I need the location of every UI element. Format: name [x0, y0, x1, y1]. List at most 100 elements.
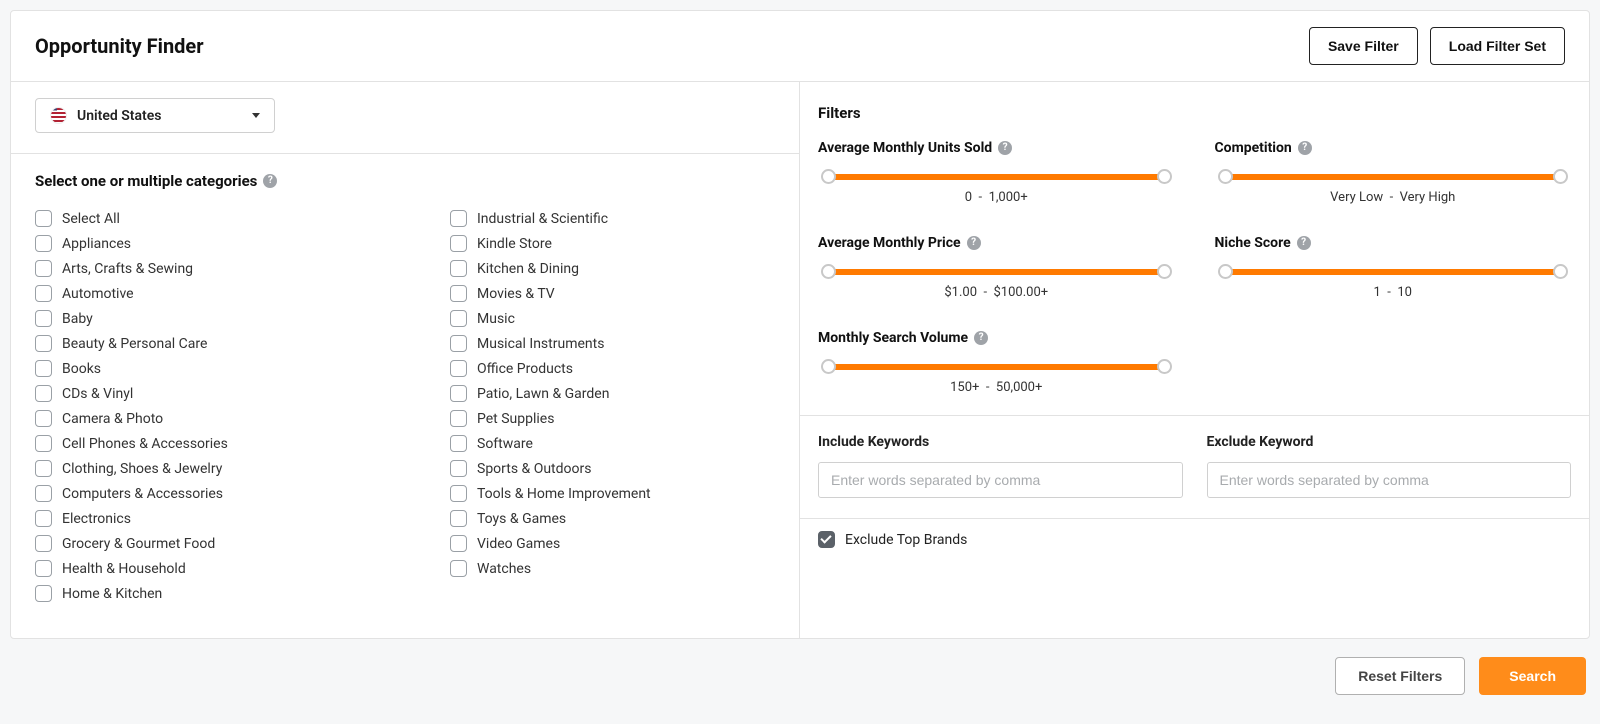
help-icon[interactable]: ?	[263, 174, 277, 188]
category-checkbox[interactable]	[450, 335, 467, 352]
filter-competition-label: Competition	[1215, 140, 1292, 156]
category-row[interactable]: Musical Instruments	[450, 331, 775, 356]
category-row[interactable]: Automotive	[35, 281, 360, 306]
search-volume-slider-thumb-right[interactable]	[1157, 359, 1172, 374]
help-icon[interactable]: ?	[974, 331, 988, 345]
save-filter-button[interactable]: Save Filter	[1309, 27, 1418, 65]
category-checkbox[interactable]	[35, 360, 52, 377]
units-slider-thumb-left[interactable]	[821, 169, 836, 184]
exclude-keyword-input[interactable]	[1207, 462, 1572, 498]
price-slider-thumb-right[interactable]	[1157, 264, 1172, 279]
help-icon[interactable]: ?	[998, 141, 1012, 155]
header-actions: Save Filter Load Filter Set	[1309, 27, 1565, 65]
category-row[interactable]: Office Products	[450, 356, 775, 381]
category-row[interactable]: Books	[35, 356, 360, 381]
footer-actions: Reset Filters Search	[10, 639, 1590, 701]
category-row[interactable]: Appliances	[35, 231, 360, 256]
category-checkbox[interactable]	[450, 560, 467, 577]
category-checkbox[interactable]	[35, 460, 52, 477]
search-volume-slider[interactable]	[828, 364, 1165, 370]
category-checkbox[interactable]	[35, 335, 52, 352]
category-checkbox[interactable]	[35, 560, 52, 577]
category-checkbox[interactable]	[450, 210, 467, 227]
category-row[interactable]: Watches	[450, 556, 775, 581]
category-checkbox[interactable]	[35, 485, 52, 502]
exclude-top-brands-row[interactable]: Exclude Top Brands	[800, 518, 1589, 558]
category-checkbox[interactable]	[35, 285, 52, 302]
include-keywords-input[interactable]	[818, 462, 1183, 498]
filter-competition: Competition ? Very Low - Very High	[1215, 140, 1572, 205]
exclude-top-brands-checkbox[interactable]	[818, 531, 835, 548]
category-row[interactable]: Beauty & Personal Care	[35, 331, 360, 356]
category-row[interactable]: Video Games	[450, 531, 775, 556]
help-icon[interactable]: ?	[967, 236, 981, 250]
price-slider[interactable]	[828, 269, 1165, 275]
category-checkbox[interactable]	[450, 260, 467, 277]
category-row[interactable]: Kitchen & Dining	[450, 256, 775, 281]
units-slider-thumb-right[interactable]	[1157, 169, 1172, 184]
category-checkbox[interactable]	[450, 410, 467, 427]
niche-slider[interactable]	[1225, 269, 1562, 275]
category-row[interactable]: Pet Supplies	[450, 406, 775, 431]
filter-niche-label: Niche Score	[1215, 235, 1291, 251]
niche-slider-thumb-left[interactable]	[1218, 264, 1233, 279]
category-row[interactable]: Electronics	[35, 506, 360, 531]
category-row[interactable]: Camera & Photo	[35, 406, 360, 431]
category-checkbox[interactable]	[450, 460, 467, 477]
select-all-checkbox[interactable]	[35, 210, 52, 227]
category-row[interactable]: Patio, Lawn & Garden	[450, 381, 775, 406]
category-row[interactable]: Kindle Store	[450, 231, 775, 256]
category-checkbox[interactable]	[450, 510, 467, 527]
category-checkbox[interactable]	[450, 535, 467, 552]
category-row[interactable]: Cell Phones & Accessories	[35, 431, 360, 456]
reset-filters-button[interactable]: Reset Filters	[1335, 657, 1465, 695]
competition-slider-thumb-left[interactable]	[1218, 169, 1233, 184]
category-row[interactable]: Baby	[35, 306, 360, 331]
category-row[interactable]: Computers & Accessories	[35, 481, 360, 506]
category-row[interactable]: Health & Household	[35, 556, 360, 581]
category-row[interactable]: Software	[450, 431, 775, 456]
category-checkbox[interactable]	[450, 485, 467, 502]
category-checkbox[interactable]	[450, 360, 467, 377]
category-checkbox[interactable]	[35, 260, 52, 277]
select-all-row[interactable]: Select All	[35, 206, 360, 231]
niche-slider-thumb-right[interactable]	[1553, 264, 1568, 279]
category-row[interactable]: Arts, Crafts & Sewing	[35, 256, 360, 281]
help-icon[interactable]: ?	[1298, 141, 1312, 155]
category-row[interactable]: Movies & TV	[450, 281, 775, 306]
category-checkbox[interactable]	[35, 435, 52, 452]
category-checkbox[interactable]	[450, 235, 467, 252]
price-slider-thumb-left[interactable]	[821, 264, 836, 279]
category-checkbox[interactable]	[35, 535, 52, 552]
category-checkbox[interactable]	[35, 310, 52, 327]
search-button[interactable]: Search	[1479, 657, 1586, 695]
category-checkbox[interactable]	[35, 585, 52, 602]
category-row[interactable]: Tools & Home Improvement	[450, 481, 775, 506]
category-row[interactable]: Music	[450, 306, 775, 331]
main-split: United States Select one or multiple cat…	[11, 82, 1589, 638]
category-row[interactable]: Home & Kitchen	[35, 581, 360, 606]
category-checkbox[interactable]	[450, 310, 467, 327]
units-slider[interactable]	[828, 174, 1165, 180]
competition-slider-thumb-right[interactable]	[1553, 169, 1568, 184]
category-row[interactable]: Toys & Games	[450, 506, 775, 531]
filter-competition-label-row: Competition ?	[1215, 140, 1312, 156]
help-icon[interactable]: ?	[1297, 236, 1311, 250]
load-filter-set-button[interactable]: Load Filter Set	[1430, 27, 1565, 65]
category-row[interactable]: Grocery & Gourmet Food	[35, 531, 360, 556]
category-row[interactable]: Industrial & Scientific	[450, 206, 775, 231]
category-row[interactable]: CDs & Vinyl	[35, 381, 360, 406]
category-checkbox[interactable]	[450, 435, 467, 452]
category-row[interactable]: Clothing, Shoes & Jewelry	[35, 456, 360, 481]
category-checkbox[interactable]	[35, 385, 52, 402]
category-checkbox[interactable]	[450, 285, 467, 302]
category-checkbox[interactable]	[35, 510, 52, 527]
opportunity-finder-card: Opportunity Finder Save Filter Load Filt…	[10, 10, 1590, 639]
competition-slider[interactable]	[1225, 174, 1562, 180]
search-volume-slider-thumb-left[interactable]	[821, 359, 836, 374]
category-checkbox[interactable]	[35, 410, 52, 427]
category-row[interactable]: Sports & Outdoors	[450, 456, 775, 481]
category-checkbox[interactable]	[450, 385, 467, 402]
country-select[interactable]: United States	[35, 98, 275, 133]
category-checkbox[interactable]	[35, 235, 52, 252]
